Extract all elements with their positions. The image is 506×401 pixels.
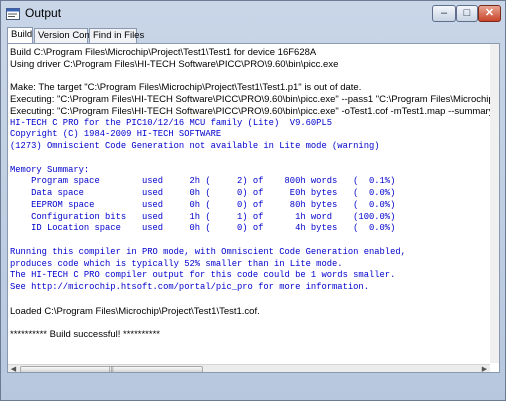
output-line: Data space used 0h ( 0) of E0h bytes ( 0… xyxy=(10,188,396,198)
close-button[interactable]: ✕ xyxy=(478,5,501,22)
output-line: Executing: "C:\Program Files\HI-TECH Sof… xyxy=(10,94,500,105)
output-line: See http://microchip.htsoft.com/portal/p… xyxy=(10,282,369,292)
horizontal-scroll-thumb[interactable]: ||| xyxy=(20,366,203,373)
horizontal-scrollbar[interactable]: ◀ ||| ▶ xyxy=(8,364,490,373)
output-line: HI-TECH C PRO for the PIC10/12/16 MCU fa… xyxy=(10,117,333,128)
scroll-right-arrow-icon[interactable]: ▶ xyxy=(480,365,489,372)
output-window: Output – □ ✕ Build Version Control Find … xyxy=(0,0,506,401)
output-line: produces code which is typically 52% sma… xyxy=(10,258,343,269)
output-line: Configuration bits used 1h ( 1) of 1h wo… xyxy=(10,211,396,222)
output-line: Executing: "C:\Program Files\HI-TECH Sof… xyxy=(10,105,500,117)
output-line: Program space used 2h ( 2) of 800h words… xyxy=(10,176,396,187)
output-line: Loaded C:\Program Files\Microchip\Projec… xyxy=(10,305,260,317)
output-line: Memory Summary: xyxy=(10,164,90,175)
output-line: EEPROM space used 0h ( 0) of 80h bytes (… xyxy=(10,199,396,210)
output-line: Running this compiler in PRO mode, with … xyxy=(10,246,406,257)
tab-build[interactable]: Build xyxy=(7,27,33,44)
output-line: ********** Build successful! ********** xyxy=(10,329,160,340)
tab-find-in-files[interactable]: Find in Files xyxy=(89,28,144,43)
scroll-grip-icon: ||| xyxy=(109,367,114,373)
build-output-panel[interactable]: Build C:\Program Files\Microchip\Project… xyxy=(7,43,500,373)
output-line: (1273) Omniscient Code Generation not av… xyxy=(10,141,380,151)
maximize-button[interactable]: □ xyxy=(456,5,478,22)
tab-version-control[interactable]: Version Control xyxy=(34,28,103,43)
output-line: Build C:\Program Files\Microchip\Project… xyxy=(10,47,317,58)
vertical-scrollbar[interactable] xyxy=(490,44,499,363)
window-title: Output xyxy=(25,6,62,20)
title-bar[interactable]: Output – □ ✕ xyxy=(1,1,505,27)
output-line: The HI-TECH C PRO compiler output for th… xyxy=(10,270,396,281)
output-line: Copyright (C) 1984-2009 HI-TECH SOFTWARE xyxy=(10,129,222,140)
minimize-button[interactable]: – xyxy=(432,5,456,22)
scroll-left-arrow-icon[interactable]: ◀ xyxy=(9,365,18,372)
output-line: Make: The target "C:\Program Files\Micro… xyxy=(10,82,362,94)
output-line: ID Location space used 0h ( 0) of 4h byt… xyxy=(10,223,396,234)
output-line: Using driver C:\Program Files\HI-TECH So… xyxy=(10,58,339,70)
window-bottom-frame xyxy=(1,375,505,400)
output-window-icon xyxy=(6,8,20,20)
